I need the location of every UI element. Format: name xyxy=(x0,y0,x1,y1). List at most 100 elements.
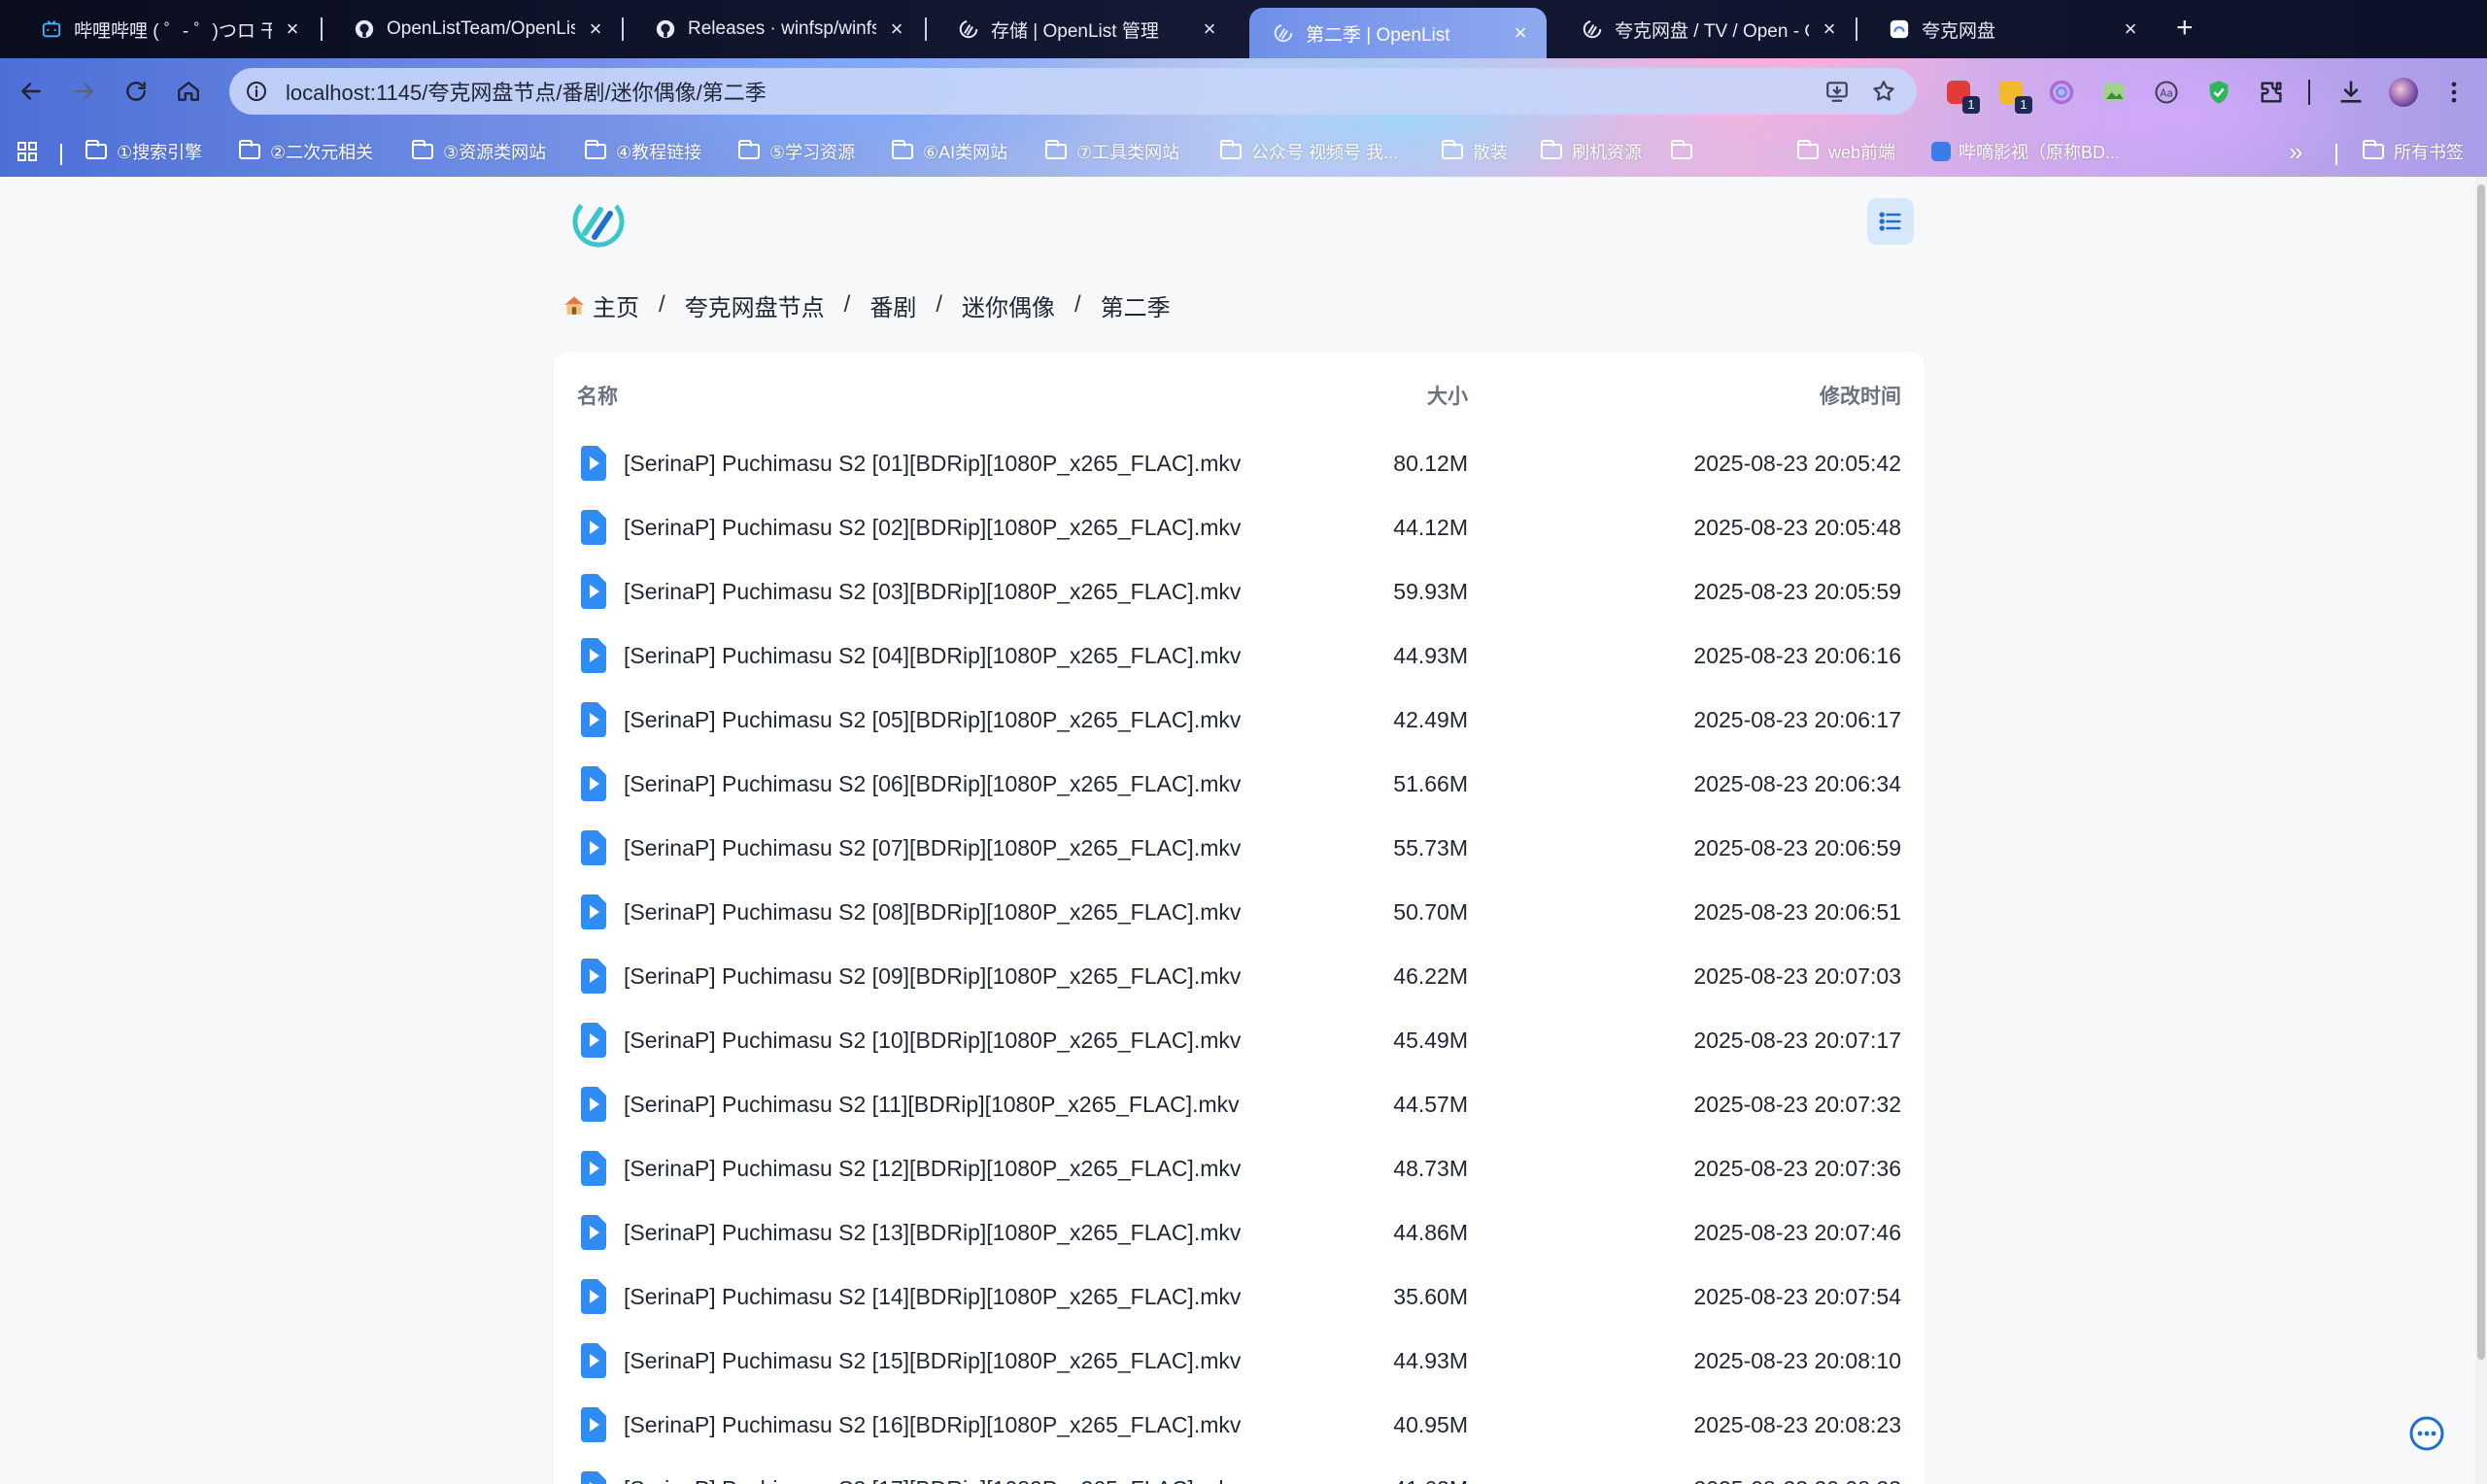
reload-button[interactable] xyxy=(117,72,155,111)
bookmark-item[interactable]: 哔嘀影视（原称BD... xyxy=(1931,136,2120,167)
file-row[interactable]: [SerinaP] Puchimasu S2 [05][BDRip][1080P… xyxy=(554,688,1925,752)
video-file-icon xyxy=(581,1087,606,1122)
file-row[interactable]: [SerinaP] Puchimasu S2 [10][BDRip][1080P… xyxy=(554,1008,1925,1072)
extension-translate-icon[interactable]: Aa xyxy=(2149,75,2184,110)
browser-tab[interactable]: 第二季 | OpenList × xyxy=(1249,8,1547,58)
extension-yellow-icon[interactable]: 1 xyxy=(1993,75,2032,114)
back-button[interactable] xyxy=(12,72,51,111)
bookmark-star-icon[interactable] xyxy=(1868,76,1899,107)
home-button[interactable] xyxy=(169,72,208,111)
file-row[interactable]: [SerinaP] Puchimasu S2 [15][BDRip][1080P… xyxy=(554,1329,1925,1393)
file-row[interactable]: [SerinaP] Puchimasu S2 [12][BDRip][1080P… xyxy=(554,1136,1925,1200)
extensions-puzzle-icon[interactable] xyxy=(2254,75,2289,110)
file-row[interactable]: [SerinaP] Puchimasu S2 [17][BDRip][1080P… xyxy=(554,1457,1925,1484)
file-name[interactable]: [SerinaP] Puchimasu S2 [16][BDRip][1080P… xyxy=(624,1412,1241,1438)
address-bar[interactable]: localhost:1145/夸克网盘节点/番剧/迷你偶像/第二季 xyxy=(229,68,1917,115)
file-name[interactable]: [SerinaP] Puchimasu S2 [09][BDRip][1080P… xyxy=(624,963,1241,990)
file-name[interactable]: [SerinaP] Puchimasu S2 [06][BDRip][1080P… xyxy=(624,771,1241,797)
breadcrumb-item[interactable]: 夸克网盘节点 xyxy=(685,288,825,322)
file-name[interactable]: [SerinaP] Puchimasu S2 [11][BDRip][1080P… xyxy=(624,1092,1240,1118)
bookmark-item[interactable]: ⑤学习资源 xyxy=(738,136,855,167)
all-bookmarks-folder[interactable]: 所有书签 xyxy=(2363,136,2464,167)
file-row[interactable]: [SerinaP] Puchimasu S2 [09][BDRip][1080P… xyxy=(554,944,1925,1008)
file-row[interactable]: [SerinaP] Puchimasu S2 [08][BDRip][1080P… xyxy=(554,880,1925,944)
bookmark-item[interactable]: ①搜索引擎 xyxy=(85,136,202,167)
file-name[interactable]: [SerinaP] Puchimasu S2 [07][BDRip][1080P… xyxy=(624,835,1241,861)
browser-tab[interactable]: OpenListTeam/OpenList × xyxy=(330,8,622,51)
more-options-button[interactable] xyxy=(2407,1414,2446,1453)
install-app-icon[interactable] xyxy=(1822,76,1853,107)
browser-tab[interactable]: 存储 | OpenList 管理 × xyxy=(935,8,1236,51)
file-row[interactable]: [SerinaP] Puchimasu S2 [07][BDRip][1080P… xyxy=(554,816,1925,880)
bookmark-item[interactable]: ⑦工具类网站 xyxy=(1045,136,1179,167)
close-tab-icon[interactable]: × xyxy=(1510,20,1531,46)
extension-red-icon[interactable]: 1 xyxy=(1941,75,1980,114)
file-row[interactable]: [SerinaP] Puchimasu S2 [11][BDRip][1080P… xyxy=(554,1072,1925,1136)
file-name[interactable]: [SerinaP] Puchimasu S2 [17][BDRip][1080P… xyxy=(624,1476,1241,1484)
extension-image-icon[interactable] xyxy=(2096,75,2131,110)
breadcrumb-item[interactable]: 迷你偶像 xyxy=(962,288,1055,322)
bookmark-item[interactable]: ③资源类网站 xyxy=(412,136,546,167)
page-scrollbar-thumb[interactable] xyxy=(2477,185,2485,1360)
file-name[interactable]: [SerinaP] Puchimasu S2 [01][BDRip][1080P… xyxy=(624,451,1241,477)
browser-tab[interactable]: 夸克网盘 × xyxy=(1865,8,2157,51)
site-info-icon[interactable] xyxy=(241,76,272,107)
file-name[interactable]: [SerinaP] Puchimasu S2 [15][BDRip][1080P… xyxy=(624,1348,1241,1374)
file-name[interactable]: [SerinaP] Puchimasu S2 [03][BDRip][1080P… xyxy=(624,579,1241,605)
breadcrumb-item-current[interactable]: 第二季 xyxy=(1101,288,1171,322)
column-header-modified[interactable]: 修改时间 xyxy=(1820,381,1901,410)
breadcrumb-home[interactable]: 主页 xyxy=(562,288,639,322)
close-tab-icon[interactable]: × xyxy=(1199,17,1220,42)
forward-button[interactable] xyxy=(64,72,103,111)
file-row[interactable]: [SerinaP] Puchimasu S2 [03][BDRip][1080P… xyxy=(554,559,1925,624)
file-name[interactable]: [SerinaP] Puchimasu S2 [12][BDRip][1080P… xyxy=(624,1156,1241,1182)
file-name[interactable]: [SerinaP] Puchimasu S2 [05][BDRip][1080P… xyxy=(624,707,1241,733)
openlist-logo[interactable] xyxy=(571,194,626,249)
new-tab-button[interactable]: + xyxy=(2176,12,2194,45)
close-tab-icon[interactable]: × xyxy=(886,17,907,42)
list-view-toggle-button[interactable] xyxy=(1867,198,1914,245)
close-tab-icon[interactable]: × xyxy=(2120,17,2141,42)
close-tab-icon[interactable]: × xyxy=(585,17,606,42)
profile-avatar[interactable] xyxy=(2386,75,2421,110)
file-row[interactable]: [SerinaP] Puchimasu S2 [02][BDRip][1080P… xyxy=(554,495,1925,559)
bookmarks-overflow-button[interactable]: » xyxy=(2289,136,2302,167)
browser-tab[interactable]: Releases · winfsp/winfsp × xyxy=(631,8,923,51)
browser-tab[interactable]: 夸克网盘 / TV / Open - O × xyxy=(1558,8,1856,51)
bookmark-item[interactable]: 刷机资源 xyxy=(1541,136,1642,167)
browser-menu-icon[interactable] xyxy=(2436,75,2471,110)
column-header-size[interactable]: 大小 xyxy=(1427,381,1468,410)
file-row[interactable]: [SerinaP] Puchimasu S2 [06][BDRip][1080P… xyxy=(554,752,1925,816)
apps-grid-icon[interactable] xyxy=(16,136,39,167)
file-name[interactable]: [SerinaP] Puchimasu S2 [14][BDRip][1080P… xyxy=(624,1284,1241,1310)
file-row[interactable]: [SerinaP] Puchimasu S2 [16][BDRip][1080P… xyxy=(554,1393,1925,1457)
bookmark-label: ③资源类网站 xyxy=(443,143,547,162)
bookmark-item[interactable]: 散装 xyxy=(1442,136,1508,167)
column-header-name[interactable]: 名称 xyxy=(577,381,618,410)
extension-swirl-icon[interactable] xyxy=(2044,75,2079,110)
bookmark-item[interactable] xyxy=(1671,136,1702,167)
browser-tab[interactable]: 哔哩哔哩 ( ゜- ゜)つロ 干杯 × xyxy=(17,8,319,51)
url-text[interactable]: localhost:1145/夸克网盘节点/番剧/迷你偶像/第二季 xyxy=(286,76,767,107)
file-row[interactable]: [SerinaP] Puchimasu S2 [01][BDRip][1080P… xyxy=(554,431,1925,495)
file-name[interactable]: [SerinaP] Puchimasu S2 [10][BDRip][1080P… xyxy=(624,1028,1241,1054)
file-row[interactable]: [SerinaP] Puchimasu S2 [13][BDRip][1080P… xyxy=(554,1200,1925,1265)
download-icon[interactable] xyxy=(2334,75,2368,110)
bookmark-item[interactable]: ⑥AI类网站 xyxy=(892,136,1007,167)
file-row[interactable]: [SerinaP] Puchimasu S2 [14][BDRip][1080P… xyxy=(554,1265,1925,1329)
file-name[interactable]: [SerinaP] Puchimasu S2 [02][BDRip][1080P… xyxy=(624,515,1241,541)
file-name[interactable]: [SerinaP] Puchimasu S2 [13][BDRip][1080P… xyxy=(624,1220,1241,1246)
close-tab-icon[interactable]: × xyxy=(282,17,303,42)
file-size: 44.93M xyxy=(1393,643,1468,668)
bookmark-item[interactable]: web前端 xyxy=(1797,136,1895,167)
file-name[interactable]: [SerinaP] Puchimasu S2 [08][BDRip][1080P… xyxy=(624,899,1241,926)
file-name[interactable]: [SerinaP] Puchimasu S2 [04][BDRip][1080P… xyxy=(624,643,1241,669)
bookmark-item[interactable]: ④教程链接 xyxy=(585,136,701,167)
breadcrumb-item[interactable]: 番剧 xyxy=(869,288,916,322)
close-tab-icon[interactable]: × xyxy=(1819,17,1840,42)
file-row[interactable]: [SerinaP] Puchimasu S2 [04][BDRip][1080P… xyxy=(554,624,1925,688)
bookmark-item[interactable]: ②二次元相关 xyxy=(239,136,373,167)
extension-shield-icon[interactable] xyxy=(2201,75,2236,110)
bookmark-label: ①搜索引擎 xyxy=(117,143,203,162)
bookmark-item[interactable]: 公众号 视频号 我... xyxy=(1220,136,1398,167)
